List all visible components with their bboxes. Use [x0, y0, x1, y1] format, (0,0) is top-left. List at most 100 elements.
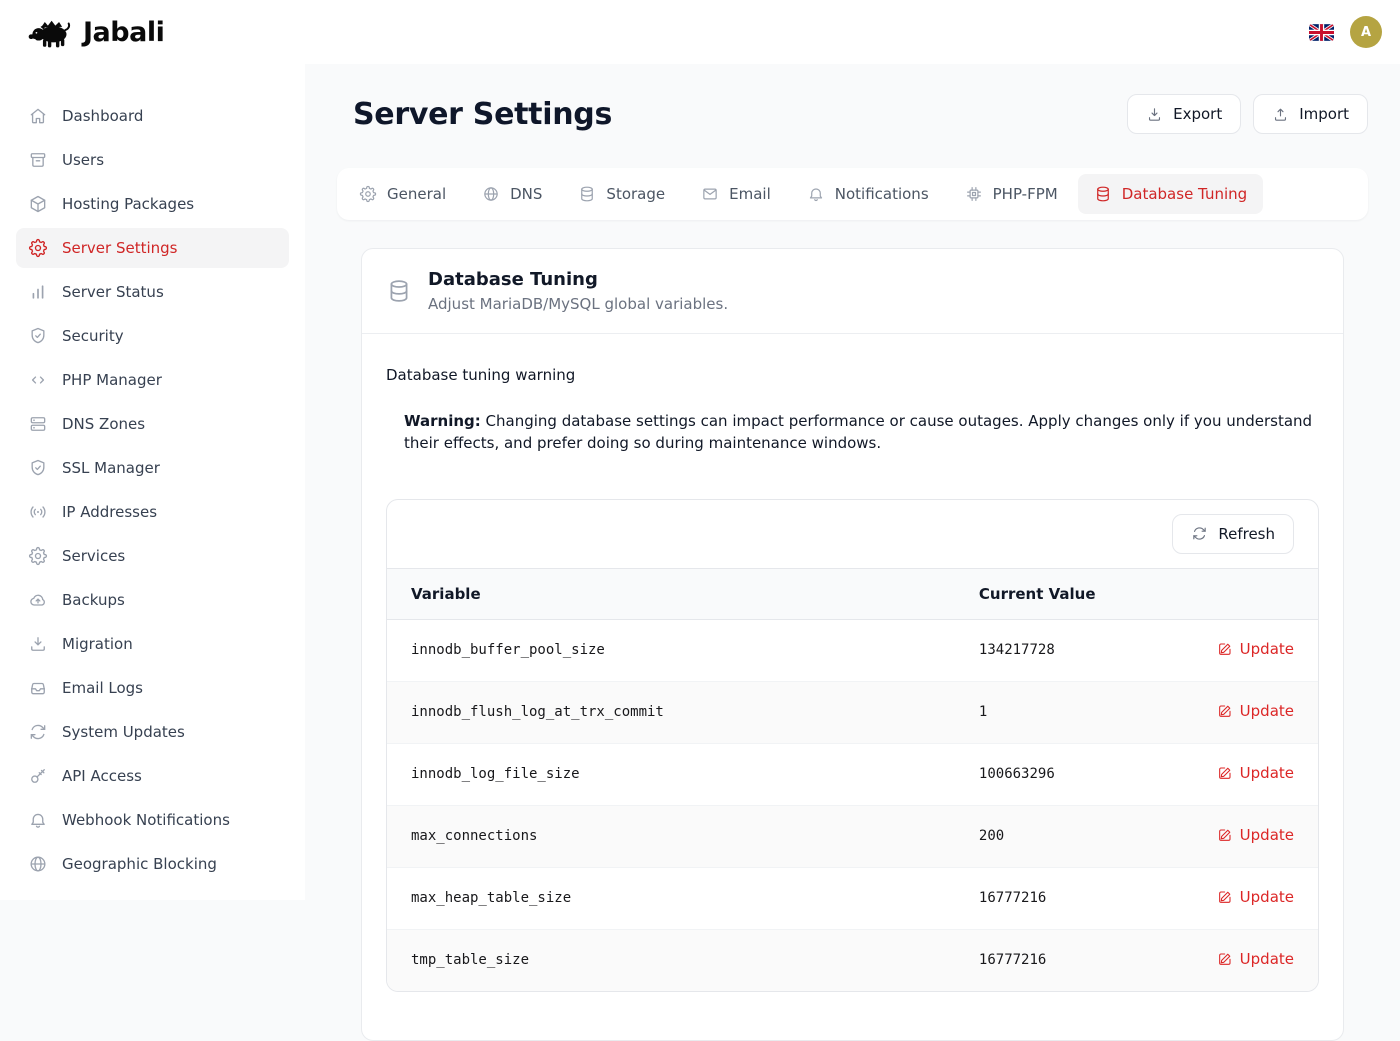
update-link[interactable]: Update [1217, 702, 1294, 720]
sidebar-item-label: Email Logs [62, 679, 143, 697]
sidebar-item-label: IP Addresses [62, 503, 157, 521]
sidebar-item-email-logs[interactable]: Email Logs [16, 668, 289, 708]
tab-general[interactable]: General [343, 174, 462, 214]
database-tuning-card: Database Tuning Adjust MariaDB/MySQL glo… [361, 248, 1344, 1041]
sidebar-item-dashboard[interactable]: Dashboard [16, 96, 289, 136]
main-content: Server Settings Export Import General DN… [305, 0, 1400, 1041]
sidebar-item-label: Dashboard [62, 107, 143, 125]
sidebar-item-server-status[interactable]: Server Status [16, 272, 289, 312]
sidebar-item-security[interactable]: Security [16, 316, 289, 356]
card-title: Database Tuning [428, 269, 728, 290]
app-header: Jabali A [0, 0, 1400, 64]
gear-icon [359, 185, 377, 203]
key-icon [28, 766, 48, 786]
tab-label: Email [729, 185, 771, 203]
refresh-button[interactable]: Refresh [1172, 514, 1294, 554]
update-link[interactable]: Update [1217, 764, 1294, 782]
avatar[interactable]: A [1350, 16, 1382, 48]
sidebar-item-label: Migration [62, 635, 133, 653]
column-header-actions [1168, 568, 1318, 619]
sidebar-item-label: SSL Manager [62, 459, 160, 477]
tab-storage[interactable]: Storage [562, 174, 681, 214]
language-flag-button[interactable] [1307, 22, 1336, 43]
brand[interactable]: Jabali [28, 17, 164, 48]
import-button[interactable]: Import [1253, 94, 1368, 134]
inbox-icon [28, 678, 48, 698]
database-icon [386, 278, 412, 304]
update-link[interactable]: Update [1217, 640, 1294, 658]
variables-panel: Refresh Variable Current Value innodb_bu… [386, 499, 1319, 992]
sidebar-item-php-manager[interactable]: PHP Manager [16, 360, 289, 400]
archive-icon [28, 150, 48, 170]
sidebar-item-label: Server Status [62, 283, 164, 301]
table-row: innodb_buffer_pool_size 134217728 Update [387, 619, 1318, 681]
bar-chart-icon [28, 282, 48, 302]
shield-check-icon [28, 458, 48, 478]
sidebar-item-label: Services [62, 547, 125, 565]
tab-dns[interactable]: DNS [466, 174, 558, 214]
table-row: tmp_table_size 16777216 Update [387, 929, 1318, 991]
variable-name: innodb_log_file_size [387, 743, 955, 805]
server-stack-icon [28, 414, 48, 434]
tab-database-tuning[interactable]: Database Tuning [1078, 174, 1263, 214]
table-row: innodb_flush_log_at_trx_commit 1 Update [387, 681, 1318, 743]
globe-icon [482, 185, 500, 203]
sidebar-item-webhook-notifications[interactable]: Webhook Notifications [16, 800, 289, 840]
cpu-icon [965, 185, 983, 203]
upload-icon [1272, 106, 1289, 123]
update-link[interactable]: Update [1217, 826, 1294, 844]
sidebar-item-ip-addresses[interactable]: IP Addresses [16, 492, 289, 532]
import-label: Import [1299, 105, 1349, 123]
sidebar-item-backups[interactable]: Backups [16, 580, 289, 620]
download-icon [1146, 106, 1163, 123]
variable-name: innodb_flush_log_at_trx_commit [387, 681, 955, 743]
uk-flag-icon [1309, 24, 1334, 41]
table-row: max_heap_table_size 16777216 Update [387, 867, 1318, 929]
variable-name: tmp_table_size [387, 929, 955, 991]
cloud-upload-icon [28, 590, 48, 610]
page-title: Server Settings [353, 97, 612, 132]
variables-table: Variable Current Value innodb_buffer_poo… [387, 568, 1318, 991]
tab-php-fpm[interactable]: PHP-FPM [949, 174, 1074, 214]
bell-icon [807, 185, 825, 203]
sidebar: Dashboard Users Hosting Packages Server … [0, 64, 305, 900]
tab-label: Notifications [835, 185, 929, 203]
sidebar-item-system-updates[interactable]: System Updates [16, 712, 289, 752]
sidebar-item-label: Users [62, 151, 104, 169]
variable-value: 1 [955, 681, 1168, 743]
settings-tabs: General DNS Storage Email Notifications … [337, 168, 1368, 220]
variable-name: innodb_buffer_pool_size [387, 619, 955, 681]
cube-icon [28, 194, 48, 214]
variable-name: max_connections [387, 805, 955, 867]
tab-label: Storage [606, 185, 665, 203]
tab-email[interactable]: Email [685, 174, 787, 214]
sidebar-item-services[interactable]: Services [16, 536, 289, 576]
update-link[interactable]: Update [1217, 888, 1294, 906]
sidebar-item-hosting-packages[interactable]: Hosting Packages [16, 184, 289, 224]
tab-label: Database Tuning [1122, 185, 1247, 203]
column-header-current-value: Current Value [955, 568, 1168, 619]
sidebar-item-migration[interactable]: Migration [16, 624, 289, 664]
edit-icon [1217, 951, 1233, 967]
sidebar-item-label: PHP Manager [62, 371, 162, 389]
update-link[interactable]: Update [1217, 950, 1294, 968]
sidebar-item-server-settings[interactable]: Server Settings [16, 228, 289, 268]
refresh-label: Refresh [1218, 525, 1275, 543]
export-button[interactable]: Export [1127, 94, 1241, 134]
sidebar-item-label: DNS Zones [62, 415, 145, 433]
sidebar-item-users[interactable]: Users [16, 140, 289, 180]
database-icon [578, 185, 596, 203]
table-row: max_connections 200 Update [387, 805, 1318, 867]
sidebar-item-api-access[interactable]: API Access [16, 756, 289, 796]
sidebar-item-ssl-manager[interactable]: SSL Manager [16, 448, 289, 488]
refresh-icon [28, 722, 48, 742]
tab-notifications[interactable]: Notifications [791, 174, 945, 214]
edit-icon [1217, 703, 1233, 719]
sidebar-item-label: Server Settings [62, 239, 177, 257]
code-icon [28, 370, 48, 390]
edit-icon [1217, 765, 1233, 781]
sidebar-item-dns-zones[interactable]: DNS Zones [16, 404, 289, 444]
edit-icon [1217, 889, 1233, 905]
sidebar-item-geographic-blocking[interactable]: Geographic Blocking [16, 844, 289, 884]
globe-icon [28, 854, 48, 874]
